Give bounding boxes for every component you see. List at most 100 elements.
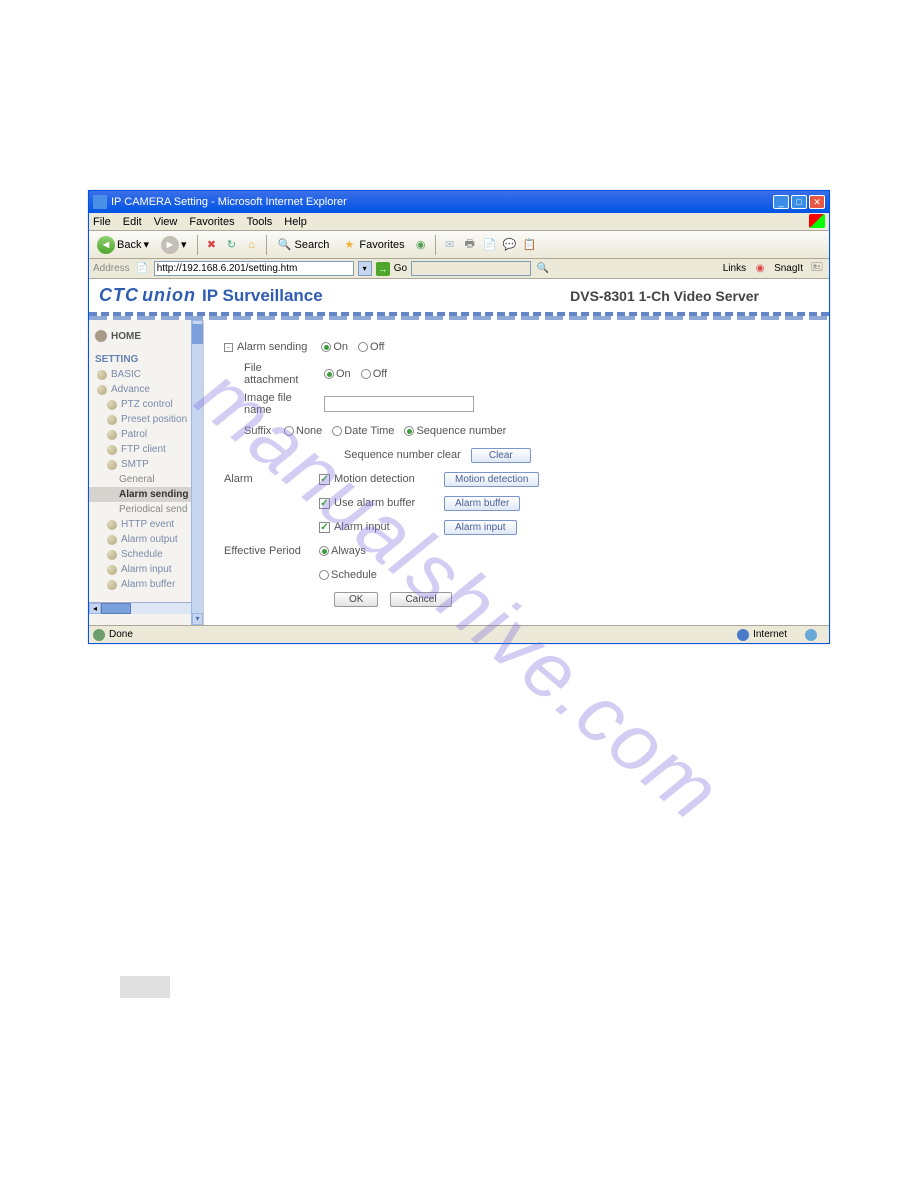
toolbar: ◄ Back ▾ ► ▾ ✖ ↻ ⌂ 🔍 Search ★ Favorites … bbox=[89, 231, 829, 259]
suffix-none-radio[interactable] bbox=[284, 426, 294, 436]
minimize-button[interactable]: _ bbox=[773, 195, 789, 209]
go-button[interactable]: → bbox=[376, 262, 390, 276]
cancel-button[interactable]: Cancel bbox=[390, 592, 451, 607]
security-icon[interactable] bbox=[805, 629, 817, 641]
status-text: Done bbox=[109, 629, 133, 640]
url-input[interactable] bbox=[154, 261, 354, 276]
sidebar-item-ftp[interactable]: FTP client bbox=[89, 442, 203, 457]
sidebar-item-alarm-input[interactable]: Alarm input bbox=[89, 562, 203, 577]
alarm-input-checkbox[interactable] bbox=[319, 522, 330, 533]
sidebar-item-patrol[interactable]: Patrol bbox=[89, 427, 203, 442]
scroll-down-icon[interactable]: ▾ bbox=[192, 613, 203, 625]
off-label: Off bbox=[370, 341, 384, 353]
snagit-icon[interactable]: ◉ bbox=[752, 261, 768, 277]
off-label: Off bbox=[373, 368, 387, 380]
seq-clear-label: Sequence number clear bbox=[344, 449, 461, 461]
media-icon[interactable]: ◉ bbox=[413, 237, 429, 253]
menu-view[interactable]: View bbox=[154, 216, 178, 228]
url-dropdown-icon[interactable]: ▾ bbox=[358, 261, 372, 276]
zone-label: Internet bbox=[753, 629, 787, 640]
back-button[interactable]: ◄ Back ▾ bbox=[93, 234, 153, 256]
sidebar-item-basic[interactable]: BASIC bbox=[89, 367, 203, 382]
always-radio[interactable] bbox=[319, 546, 329, 556]
ctc-logo: CTC union bbox=[99, 285, 196, 306]
sidebar-item-alarm-sending[interactable]: Alarm sending bbox=[89, 487, 203, 502]
close-button[interactable]: ✕ bbox=[809, 195, 825, 209]
print-icon[interactable]: 🖶 bbox=[462, 237, 478, 253]
alarm-buffer-checkbox[interactable] bbox=[319, 498, 330, 509]
address-bar: Address 📄 ▾ → Go 🔍 Links ◉ SnagIt 🖭 bbox=[89, 259, 829, 279]
bullet-icon bbox=[97, 370, 107, 380]
clear-button[interactable]: Clear bbox=[471, 448, 531, 463]
sidebar-item-advance[interactable]: Advance bbox=[89, 382, 203, 397]
scroll-thumb[interactable] bbox=[192, 324, 203, 344]
forward-button[interactable]: ► ▾ bbox=[157, 234, 191, 256]
discuss-icon[interactable]: 💬 bbox=[502, 237, 518, 253]
page-header: CTC union IP Surveillance DVS-8301 1-Ch … bbox=[89, 279, 829, 316]
motion-detection-label: Motion detection bbox=[334, 473, 444, 485]
sidebar-item-alarm-output[interactable]: Alarm output bbox=[89, 532, 203, 547]
snagit-label[interactable]: SnagIt bbox=[774, 263, 803, 274]
sidebar-item-label: Schedule bbox=[121, 549, 163, 560]
suffix-datetime-radio[interactable] bbox=[332, 426, 342, 436]
motion-detection-checkbox[interactable] bbox=[319, 474, 330, 485]
hscroll-thumb[interactable] bbox=[101, 603, 131, 614]
sidebar-item-periodical[interactable]: Periodical send bbox=[89, 502, 203, 517]
alarm-sending-label: Alarm sending bbox=[237, 341, 315, 353]
home-icon[interactable]: ⌂ bbox=[244, 237, 260, 253]
alarm-buffer-button[interactable]: Alarm buffer bbox=[444, 496, 520, 511]
sidebar-section-setting: SETTING bbox=[89, 346, 203, 367]
sidebar: ▴ ▾ HOME SETTING BASIC Advance PTZ contr… bbox=[89, 320, 204, 625]
sidebar-item-ptz[interactable]: PTZ control bbox=[89, 397, 203, 412]
alarm-input-button[interactable]: Alarm input bbox=[444, 520, 517, 535]
stop-icon[interactable]: ✖ bbox=[204, 237, 220, 253]
status-bar: Done Internet bbox=[89, 625, 829, 643]
favorites-button[interactable]: ★ Favorites bbox=[337, 235, 408, 255]
sidebar-item-label: PTZ control bbox=[121, 399, 173, 410]
menu-tools[interactable]: Tools bbox=[247, 216, 273, 228]
schedule-radio[interactable] bbox=[319, 570, 329, 580]
sidebar-hscrollbar[interactable]: ◂ ▸ bbox=[89, 602, 203, 614]
home-icon bbox=[95, 330, 107, 342]
links-label[interactable]: Links bbox=[723, 263, 746, 274]
search-go-icon[interactable]: 🔍 bbox=[535, 261, 551, 277]
clipboard-icon[interactable]: 📋 bbox=[522, 237, 538, 253]
sidebar-home[interactable]: HOME bbox=[89, 326, 203, 346]
menu-help[interactable]: Help bbox=[284, 216, 307, 228]
suffix-seqnum-radio[interactable] bbox=[404, 426, 414, 436]
sidebar-item-preset[interactable]: Preset position bbox=[89, 412, 203, 427]
menu-file[interactable]: File bbox=[93, 216, 111, 228]
suffix-label: Suffix bbox=[224, 425, 274, 437]
edit-icon[interactable]: 📄 bbox=[482, 237, 498, 253]
sidebar-item-general[interactable]: General bbox=[89, 472, 203, 487]
snagit-toolbar-icon[interactable]: 🖭 bbox=[809, 261, 825, 277]
search-button[interactable]: 🔍 Search bbox=[273, 235, 334, 255]
collapse-icon[interactable]: − bbox=[224, 343, 233, 352]
sidebar-item-alarm-buffer[interactable]: Alarm buffer bbox=[89, 577, 203, 592]
favorites-label: Favorites bbox=[359, 239, 404, 251]
sidebar-item-label: FTP client bbox=[121, 444, 166, 455]
search-input[interactable] bbox=[411, 261, 531, 276]
bullet-icon bbox=[107, 580, 117, 590]
alarm-sending-on-radio[interactable] bbox=[321, 342, 331, 352]
mail-icon[interactable]: ✉ bbox=[442, 237, 458, 253]
separator bbox=[266, 235, 267, 255]
bullet-icon bbox=[107, 430, 117, 440]
alarm-sending-off-radio[interactable] bbox=[358, 342, 368, 352]
file-attachment-label: File attachment bbox=[224, 362, 324, 386]
sidebar-item-smtp[interactable]: SMTP bbox=[89, 457, 203, 472]
refresh-icon[interactable]: ↻ bbox=[224, 237, 240, 253]
maximize-button[interactable]: □ bbox=[791, 195, 807, 209]
sidebar-item-http-event[interactable]: HTTP event bbox=[89, 517, 203, 532]
image-file-name-input[interactable] bbox=[324, 396, 474, 412]
menu-edit[interactable]: Edit bbox=[123, 216, 142, 228]
motion-detection-button[interactable]: Motion detection bbox=[444, 472, 539, 487]
menu-favorites[interactable]: Favorites bbox=[189, 216, 234, 228]
file-attachment-off-radio[interactable] bbox=[361, 369, 371, 379]
sidebar-scrollbar[interactable]: ▴ ▾ bbox=[191, 320, 203, 625]
file-attachment-on-radio[interactable] bbox=[324, 369, 334, 379]
ok-button[interactable]: OK bbox=[334, 592, 378, 607]
sidebar-item-schedule[interactable]: Schedule bbox=[89, 547, 203, 562]
datetime-label: Date Time bbox=[344, 425, 394, 437]
scroll-left-icon[interactable]: ◂ bbox=[89, 603, 101, 614]
